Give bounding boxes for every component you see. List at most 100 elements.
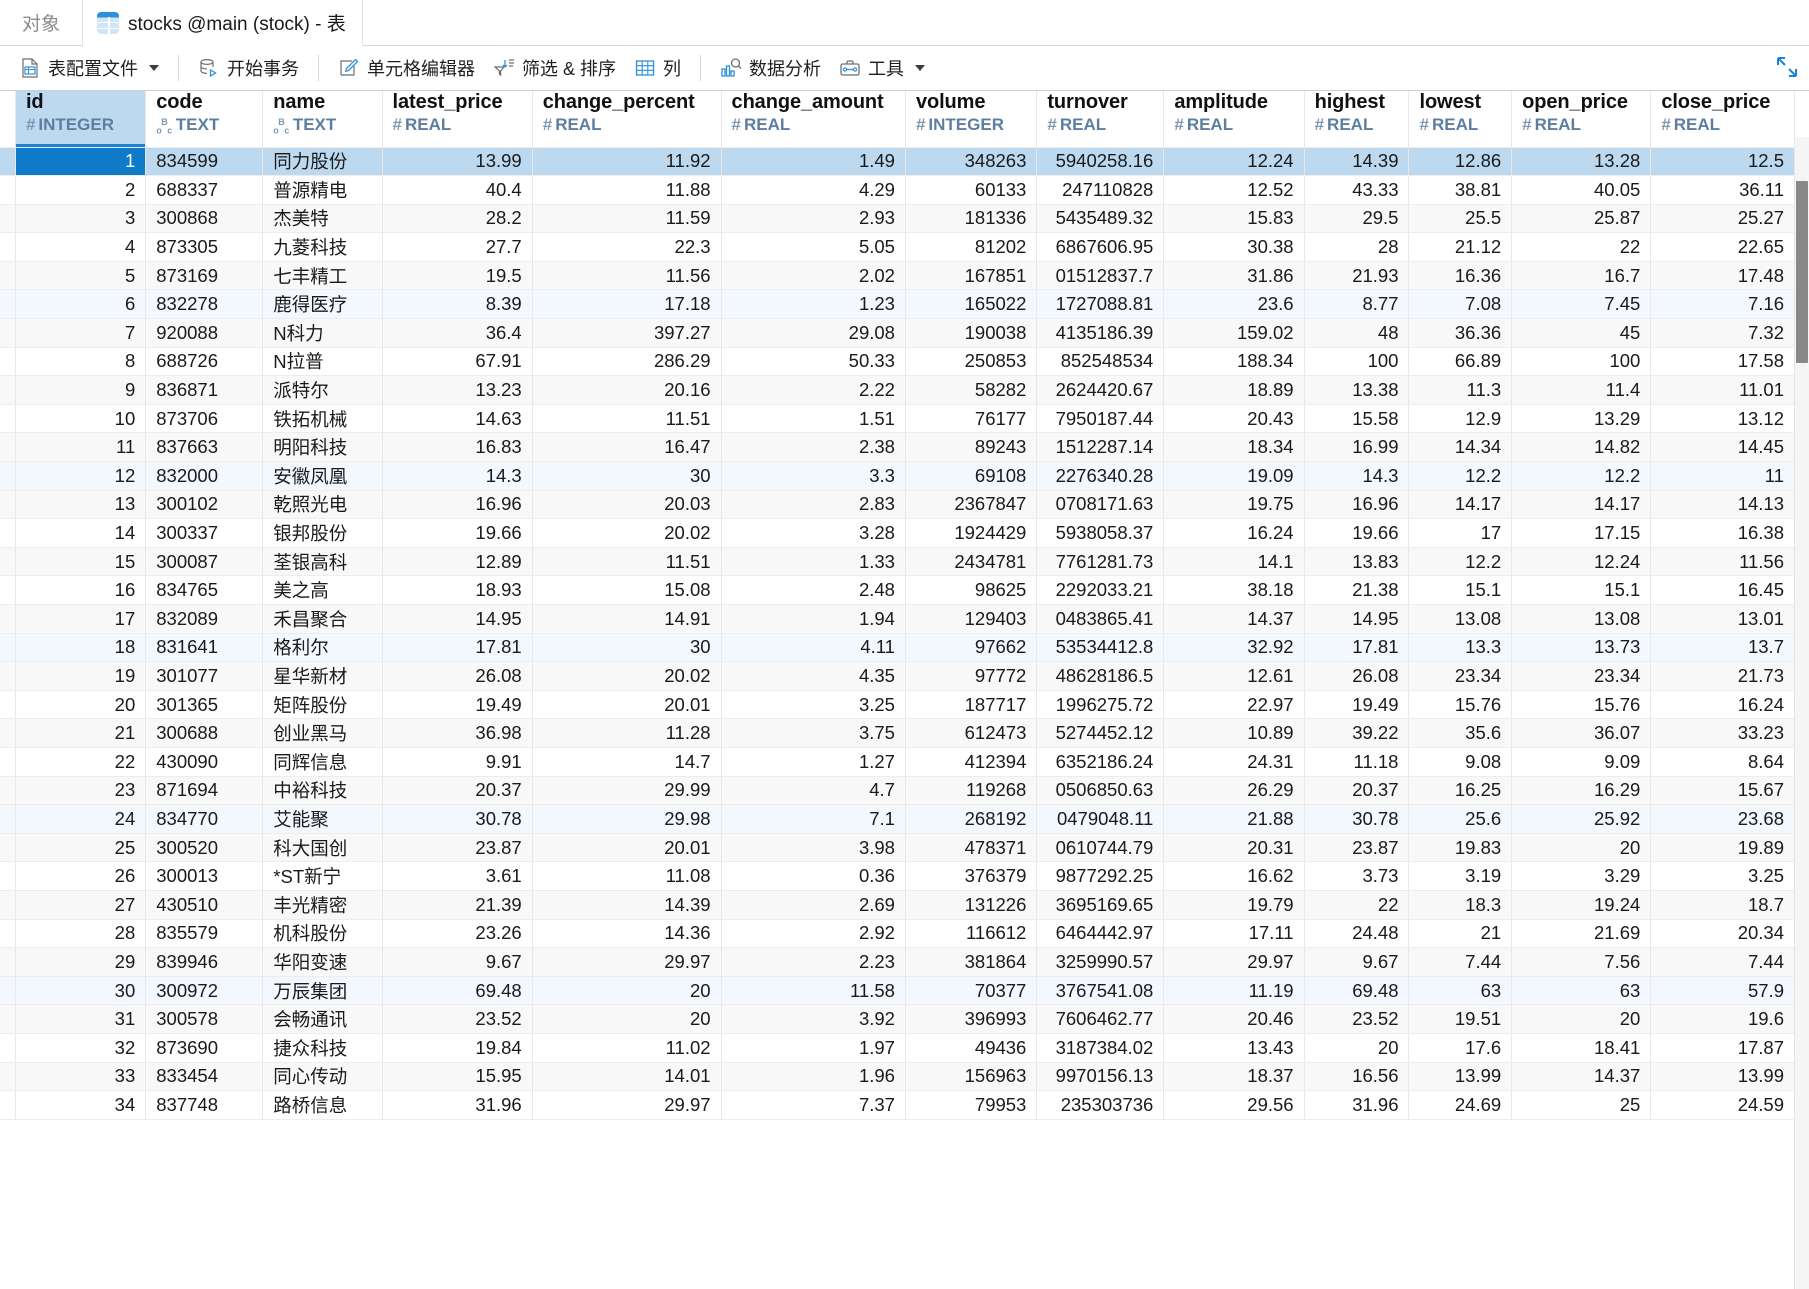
table-row[interactable]: 6 832278 鹿得医疗 8.39 17.18 1.23 165022 1727088.81… [0,289,1795,320]
cell-close_price[interactable]: 16.24 [1650,690,1795,720]
cell-change_percent[interactable]: 20.02 [532,661,722,691]
cell-open_price[interactable]: 12.24 [1511,547,1652,577]
row-id-cell[interactable]: 23 [15,776,147,806]
row-id-cell[interactable]: 29 [15,947,147,977]
cell-lowest[interactable]: 25.5 [1408,204,1513,234]
cell-name[interactable]: 七丰精工 [262,261,383,291]
cell-close_price[interactable]: 57.9 [1650,976,1795,1006]
row-gutter[interactable] [0,404,16,434]
cell-close_price[interactable]: 18.7 [1650,890,1795,920]
cell-code[interactable]: 301365 [145,690,264,720]
row-id-cell[interactable]: 3 [15,204,147,234]
cell-change_percent[interactable]: 11.02 [532,1033,722,1063]
cell-amplitude[interactable]: 18.89 [1163,375,1305,405]
cell-latest_price[interactable]: 18.93 [382,575,533,605]
cell-code[interactable]: 873169 [145,261,264,291]
cell-latest_price[interactable]: 14.3 [382,461,533,491]
column-header-turnover[interactable]: turnover # REAL [1036,91,1165,148]
cell-name[interactable]: 路桥信息 [262,1090,383,1120]
row-id-cell[interactable]: 13 [15,490,147,520]
cell-latest_price[interactable]: 23.26 [382,919,533,949]
chevron-down-icon[interactable] [149,65,159,71]
cell-name[interactable]: 同辉信息 [262,747,383,777]
table-row[interactable]: 20 301365 矩阵股份 19.49 20.01 3.25 187717 1996275.… [0,690,1795,720]
cell-turnover[interactable]: 01512837.7 [1036,261,1165,291]
cell-change_percent[interactable]: 11.92 [532,147,722,177]
cell-close_price[interactable]: 13.99 [1650,1062,1795,1092]
cell-turnover[interactable]: 6352186.24 [1036,747,1165,777]
cell-name[interactable]: 九菱科技 [262,232,383,262]
cell-lowest[interactable]: 35.6 [1408,718,1513,748]
cell-change_amount[interactable]: 2.83 [721,490,906,520]
cell-change_percent[interactable]: 14.7 [532,747,722,777]
cell-close_price[interactable]: 11.56 [1650,547,1795,577]
row-gutter[interactable] [0,661,16,691]
row-gutter[interactable] [0,747,16,777]
cell-latest_price[interactable]: 40.4 [382,175,533,205]
table-row[interactable]: 28 835579 机科股份 23.26 14.36 2.92 116612 6464442.… [0,919,1795,949]
cell-latest_price[interactable]: 27.7 [382,232,533,262]
cell-latest_price[interactable]: 19.84 [382,1033,533,1063]
cell-change_percent[interactable]: 11.28 [532,718,722,748]
cell-change_percent[interactable]: 14.01 [532,1062,722,1092]
cell-open_price[interactable]: 16.7 [1511,261,1652,291]
cell-name[interactable]: N科力 [262,318,383,348]
cell-turnover[interactable]: 7606462.77 [1036,1004,1165,1034]
cell-turnover[interactable]: 235303736 [1036,1090,1165,1120]
cell-highest[interactable]: 21.38 [1304,575,1410,605]
column-header-volume[interactable]: volume # INTEGER [905,91,1038,148]
column-header-id[interactable]: id # INTEGER [15,91,147,148]
cell-code[interactable]: 832089 [145,604,264,634]
column-header-code[interactable]: code oBc TEXT [145,91,264,148]
cell-open_price[interactable]: 40.05 [1511,175,1652,205]
cell-latest_price[interactable]: 16.96 [382,490,533,520]
cell-volume[interactable]: 268192 [905,804,1038,834]
cell-close_price[interactable]: 21.73 [1650,661,1795,691]
cell-code[interactable]: 834599 [145,147,264,177]
row-id-cell[interactable]: 16 [15,575,147,605]
cell-turnover[interactable]: 3695169.65 [1036,890,1165,920]
cell-name[interactable]: 艾能聚 [262,804,383,834]
table-row[interactable]: 14 300337 银邦股份 19.66 20.02 3.28 1924429 5938058… [0,518,1795,548]
cell-change_amount[interactable]: 1.33 [721,547,906,577]
cell-lowest[interactable]: 13.08 [1408,604,1513,634]
row-id-cell[interactable]: 28 [15,919,147,949]
cell-amplitude[interactable]: 30.38 [1163,232,1305,262]
cell-change_percent[interactable]: 11.51 [532,404,722,434]
cell-change_percent[interactable]: 30 [532,461,722,491]
cell-name[interactable]: N拉普 [262,347,383,377]
cell-change_amount[interactable]: 1.96 [721,1062,906,1092]
cell-open_price[interactable]: 25 [1511,1090,1652,1120]
cell-change_amount[interactable]: 2.02 [721,261,906,291]
cell-volume[interactable]: 348263 [905,147,1038,177]
cell-turnover[interactable]: 53534412.8 [1036,633,1165,663]
cell-open_price[interactable]: 12.2 [1511,461,1652,491]
cell-lowest[interactable]: 18.3 [1408,890,1513,920]
cell-turnover[interactable]: 0708171.63 [1036,490,1165,520]
cell-change_percent[interactable]: 16.47 [532,432,722,463]
cell-volume[interactable]: 70377 [905,976,1038,1006]
table-row[interactable]: 25 300520 科大国创 23.87 20.01 3.98 478371 0610744.… [0,833,1795,863]
cell-amplitude[interactable]: 15.83 [1163,204,1305,234]
cell-change_percent[interactable]: 286.29 [532,347,722,377]
row-gutter[interactable] [0,861,16,891]
cell-open_price[interactable]: 25.87 [1511,204,1652,234]
table-row[interactable]: 8 688726 N拉普 67.91 286.29 50.33 250853 85254853… [0,347,1795,377]
cell-highest[interactable]: 31.96 [1304,1090,1410,1120]
cell-highest[interactable]: 13.38 [1304,375,1410,405]
cell-highest[interactable]: 3.73 [1304,861,1410,891]
cell-lowest[interactable]: 13.99 [1408,1062,1513,1092]
cell-open_price[interactable]: 18.41 [1511,1033,1652,1063]
cell-open_price[interactable]: 15.1 [1511,575,1652,605]
table-row[interactable]: 31 300578 会畅通讯 23.52 20 3.92 396993 7606462.77 2… [0,1004,1795,1034]
cell-highest[interactable]: 14.39 [1304,147,1410,177]
cell-latest_price[interactable]: 12.89 [382,547,533,577]
cell-change_percent[interactable]: 20.16 [532,375,722,405]
cell-change_amount[interactable]: 29.08 [721,318,906,348]
cell-close_price[interactable]: 33.23 [1650,718,1795,748]
cell-close_price[interactable]: 7.16 [1650,289,1795,320]
row-gutter[interactable] [0,690,16,720]
cell-volume[interactable]: 131226 [905,890,1038,920]
cell-code[interactable]: 300102 [145,490,264,520]
cell-latest_price[interactable]: 26.08 [382,661,533,691]
